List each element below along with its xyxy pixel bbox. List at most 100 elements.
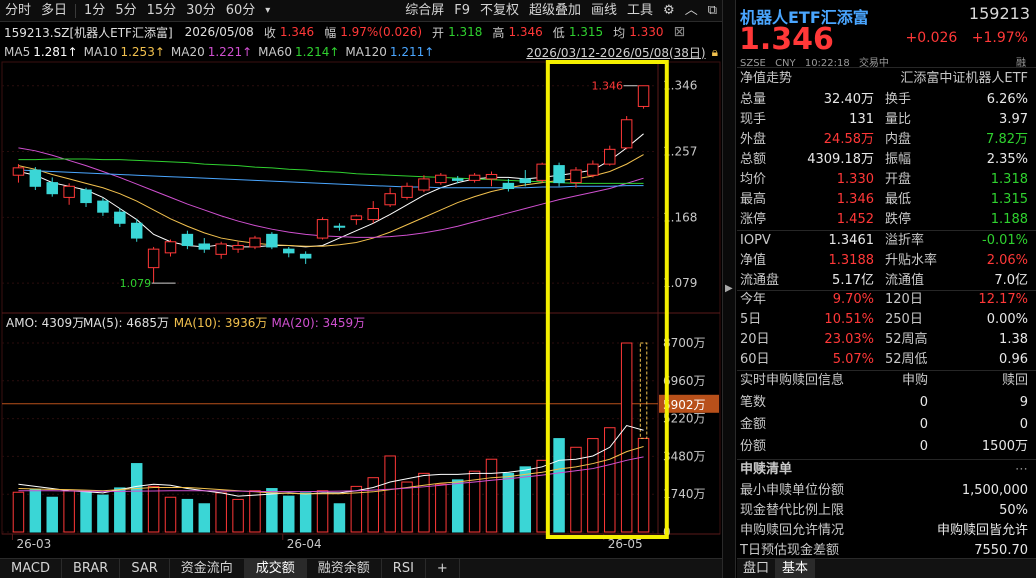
security-code-name: 159213.SZ[机器人ETF汇添富]: [4, 25, 173, 40]
open-label: 开: [432, 25, 445, 40]
quote-panel: 机器人ETF汇添富 159213 1.346 +0.026 +1.97% SZS…: [737, 0, 1036, 578]
tools-button[interactable]: 工具: [622, 0, 658, 22]
volume-bar: [418, 472, 430, 533]
tab-macd[interactable]: MACD: [0, 558, 62, 578]
stat-row: IOPV 1.3461 溢折率 -0.01%: [737, 231, 1036, 251]
f9-button[interactable]: F9: [449, 0, 475, 22]
candle-down: [519, 178, 532, 184]
stat-label: 升贴水率: [885, 253, 938, 268]
period-tab-timeshare[interactable]: 分时: [0, 0, 36, 22]
super-overlay-button[interactable]: 超级叠加: [524, 0, 586, 22]
candle-down: [502, 182, 515, 190]
stat-label: 内盘: [885, 132, 912, 147]
window-restore-icon[interactable]: ⧉: [703, 0, 722, 22]
composite-screen-button[interactable]: 综合屏: [400, 0, 449, 22]
low-marker-label: 1.079: [120, 277, 151, 290]
volume-bar: [384, 455, 396, 533]
date-range-label[interactable]: 2026/03/12-2026/05/08(38日): [526, 44, 705, 61]
date-label: 26-05: [608, 537, 643, 551]
tab-turnover[interactable]: 成交额: [244, 558, 307, 578]
candle-down: [451, 178, 464, 181]
stat-label: 250日: [885, 312, 923, 327]
stat-row: 总额 4309.18万 振幅 2.35%: [737, 150, 1036, 170]
stat-row: 净值 1.3188 升贴水率 2.06%: [737, 251, 1036, 271]
ma10-label: MA10: [83, 45, 118, 59]
stat-label: 净值: [740, 253, 767, 268]
lock-icon[interactable]: 🔒︎: [712, 45, 718, 60]
candle-up: [232, 244, 244, 250]
creation-list-row: 申购赎回允许情况 申购赎回皆允许: [737, 521, 1036, 541]
candle-up: [316, 219, 329, 239]
creation-list-row: T日预估现金差额 7550.70: [737, 541, 1036, 557]
volume-bar: [215, 492, 227, 533]
candle-down: [283, 248, 295, 254]
redeem-col-redeem: 赎回: [1001, 373, 1028, 388]
tab-order-book[interactable]: 盘口: [737, 559, 777, 578]
redeem-header: 实时申购赎回信息 申购 赎回: [737, 371, 1036, 391]
kline-chart[interactable]: 1.3461.2571.1681.0798700万6960万5220万3480万…: [0, 60, 722, 560]
tab-sar[interactable]: SAR: [120, 558, 170, 578]
stat-label: 今年: [740, 292, 767, 307]
stat-label: 溢折率: [885, 233, 925, 248]
redeem-redeem-value: 1500万: [981, 439, 1028, 454]
chevron-up-icon[interactable]: ︿: [680, 0, 703, 22]
volume-bar: [502, 472, 515, 533]
stat-label: 总额: [740, 152, 767, 167]
period-tab-1min[interactable]: 1分: [79, 0, 110, 22]
tab-fund-flow[interactable]: 资金流向: [170, 558, 245, 578]
candle-up: [468, 174, 481, 181]
stat-value: 1.318: [990, 172, 1028, 187]
no-adjust-button[interactable]: 不复权: [475, 0, 524, 22]
creation-list-row: 最小申赎单位份额 1,500,000: [737, 481, 1036, 501]
collapse-arrow-icon[interactable]: ▶: [725, 283, 733, 294]
creation-list-header[interactable]: 申赎清单 ⋯: [737, 460, 1036, 480]
volume-bar: [451, 479, 464, 533]
change-value: +0.026: [905, 30, 958, 46]
high-marker-label: 1.346: [592, 80, 624, 93]
period-tab-5min[interactable]: 5分: [110, 0, 141, 22]
more-icon[interactable]: ⋯: [1015, 460, 1028, 480]
close-label: 收: [263, 25, 276, 40]
volume-bar: [637, 437, 650, 533]
divider-line: [737, 67, 1036, 68]
tab-basic[interactable]: 基本: [776, 559, 816, 578]
period-tab-15min[interactable]: 15分: [142, 0, 182, 22]
draw-line-button[interactable]: 画线: [586, 0, 622, 22]
stat-label: 外盘: [740, 132, 767, 147]
volume-tick-label: 1740万: [663, 487, 706, 501]
ma120-value: 1.211↑: [389, 45, 435, 59]
candle-up: [350, 215, 363, 221]
volume-bar: [435, 483, 447, 533]
period-tab-30min[interactable]: 30分: [181, 0, 221, 22]
volume-bar: [316, 490, 329, 533]
tab-brar[interactable]: BRAR: [62, 558, 121, 578]
stat-label: 60日: [740, 352, 770, 367]
turnover-legend-item: MA(20): 3459万: [272, 316, 366, 330]
close-panel-icon[interactable]: ⊠: [674, 24, 686, 40]
stat-label: 最高: [740, 192, 767, 207]
stat-label: 5日: [740, 312, 762, 327]
candle-up: [12, 167, 25, 176]
stat-label: 流通盘: [740, 273, 780, 288]
price-change: +0.026 +1.97%: [896, 30, 1028, 46]
settings-gear-icon[interactable]: ⚙: [658, 0, 680, 22]
stat-row: 现手 131 量比 3.97: [737, 110, 1036, 130]
date-label: 26-03: [16, 537, 51, 551]
add-indicator-button[interactable]: +: [426, 558, 460, 578]
creation-list-value: 申购赎回皆允许: [936, 523, 1028, 538]
nav-trend-row[interactable]: 净值走势 汇添富中证机器人ETF: [737, 69, 1036, 89]
panel-divider[interactable]: ▶: [722, 0, 736, 578]
tab-margin-balance[interactable]: 融资余额: [307, 558, 382, 578]
candle-down: [198, 243, 211, 250]
redeem-subscribe-value: 0: [919, 395, 928, 410]
volume-projection-bar: [639, 342, 648, 439]
stat-value: 1.452: [836, 212, 874, 227]
candle-down: [266, 233, 278, 248]
stat-value: 2.06%: [986, 253, 1028, 268]
stat-value: 32.40万: [823, 92, 874, 107]
period-tab-multiday[interactable]: 多日: [36, 0, 72, 22]
period-tab-60min[interactable]: 60分: [221, 0, 261, 22]
period-more-dropdown[interactable]: ▾: [260, 0, 275, 22]
tab-rsi[interactable]: RSI: [382, 558, 426, 578]
volume-bar: [266, 488, 278, 533]
